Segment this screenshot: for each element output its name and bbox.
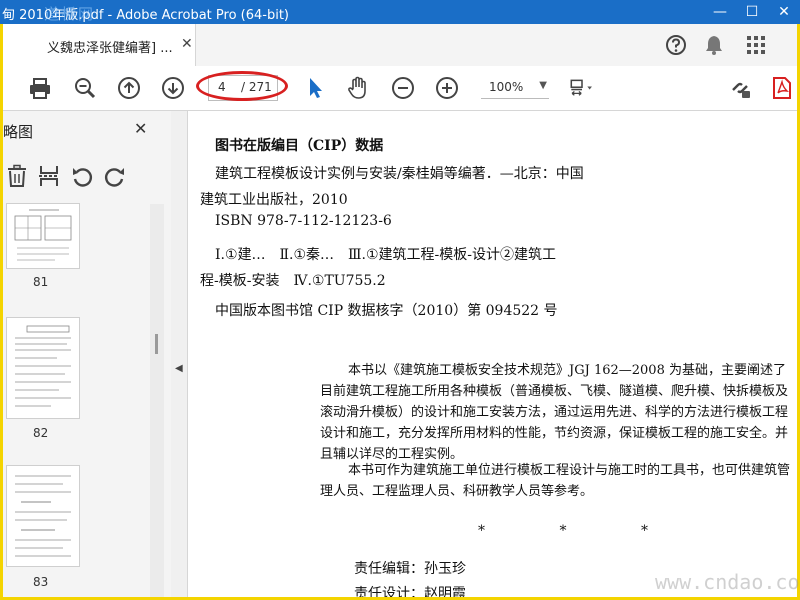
cip-line: Ⅰ.①建… Ⅱ.①秦… Ⅲ.①建筑工程-模板-设计②建筑工 bbox=[215, 247, 557, 263]
window-close-button[interactable]: ✕ bbox=[768, 0, 800, 24]
separator-star: * bbox=[641, 523, 648, 539]
print-icon[interactable] bbox=[27, 75, 53, 101]
sidebar-scrollbar-thumb[interactable] bbox=[155, 334, 158, 354]
previous-page-icon[interactable] bbox=[116, 75, 142, 101]
site-watermark: www.cndao.com bbox=[655, 570, 800, 594]
page-thumbnail-82[interactable] bbox=[6, 317, 80, 419]
sidebar-title: 略图 bbox=[3, 123, 34, 141]
sidebar-collapse-strip[interactable]: ◀ bbox=[171, 111, 188, 597]
book-audience-paragraph: 本书可作为建筑施工单位进行模板工程设计与施工时的工具书，也可供建筑管理人员、工程… bbox=[320, 463, 791, 499]
thumbnail-page-number-83: 83 bbox=[33, 575, 49, 589]
top-watermark: 道桥网 bbox=[44, 5, 96, 23]
help-icon[interactable] bbox=[663, 32, 689, 58]
minimize-button[interactable]: — bbox=[704, 0, 736, 24]
delete-page-icon[interactable] bbox=[5, 164, 29, 188]
separator-star: * bbox=[478, 523, 485, 539]
rotate-left-icon[interactable] bbox=[70, 164, 94, 188]
page-thumbnail-81[interactable] bbox=[6, 203, 80, 269]
app-grid-icon[interactable] bbox=[743, 32, 769, 58]
document-tab-label: 义魏忠泽张健编著] ... bbox=[47, 41, 173, 56]
editor-credit: 责任编辑：孙玉珍 bbox=[354, 561, 466, 577]
separator-star: * bbox=[559, 523, 567, 539]
thumbnail-sidebar: 略图 ✕ 81 82 83 bbox=[3, 111, 172, 597]
cip-line: 程-模板-安装 Ⅳ.①TU755.2 bbox=[200, 273, 386, 289]
thumbnail-preview-image bbox=[15, 325, 71, 407]
cip-line: 建筑工业出版社，2010 bbox=[200, 192, 348, 208]
extract-page-icon[interactable] bbox=[37, 164, 61, 188]
designer-credit: 责任设计：赵明霞 bbox=[354, 586, 466, 597]
thumbnail-preview-image bbox=[14, 209, 72, 261]
thumbnail-page-number-81: 81 bbox=[33, 275, 49, 289]
cip-line: 中国版本图书馆 CIP 数据核字（2010）第 094522 号 bbox=[215, 303, 558, 319]
sidebar-close-button[interactable]: ✕ bbox=[134, 119, 147, 138]
next-page-icon[interactable] bbox=[160, 75, 186, 101]
rotate-right-icon[interactable] bbox=[103, 164, 127, 188]
cip-line: ISBN 978-7-112-12123-6 bbox=[215, 213, 392, 229]
sidebar-scrollbar[interactable] bbox=[150, 204, 164, 597]
maximize-button[interactable]: ☐ bbox=[736, 0, 768, 24]
page-fit-icon[interactable] bbox=[569, 75, 595, 101]
zoom-level-value: 100% bbox=[489, 80, 524, 94]
select-cursor-icon[interactable] bbox=[302, 75, 328, 101]
main-toolbar: 4 / 271 100% ▼ bbox=[3, 66, 797, 111]
collapse-arrow-icon: ◀ bbox=[175, 363, 183, 374]
zoom-level-dropdown[interactable]: 100% ▼ bbox=[481, 78, 549, 99]
document-page: 图书在版编目（CIP）数据 建筑工程模板设计实例与安装/秦桂娟等编著．—北京：中… bbox=[188, 111, 797, 597]
hand-tool-icon[interactable] bbox=[345, 75, 371, 101]
cip-line: 建筑工程模板设计实例与安装/秦桂娟等编著．—北京：中国 bbox=[215, 166, 584, 182]
thumbnail-preview-image bbox=[15, 475, 71, 557]
export-pdf-icon[interactable] bbox=[769, 75, 795, 101]
zoom-search-icon[interactable] bbox=[72, 75, 98, 101]
tab-bar: 义魏忠泽张健编著] ... ✕ bbox=[3, 24, 797, 67]
section-separator: * * * bbox=[478, 523, 648, 539]
cip-heading: 图书在版编目（CIP）数据 bbox=[215, 138, 384, 154]
page-thumbnail-83[interactable] bbox=[6, 465, 80, 567]
zoom-out-icon[interactable] bbox=[390, 75, 416, 101]
zoom-in-icon[interactable] bbox=[434, 75, 460, 101]
thumbnail-page-number-82: 82 bbox=[33, 426, 49, 440]
chevron-down-icon: ▼ bbox=[539, 80, 547, 91]
title-bar: 甸 2010年版.pdf - Adobe Acrobat Pro (64-bit… bbox=[0, 0, 800, 24]
notification-bell-icon[interactable] bbox=[701, 32, 727, 58]
tab-close-button[interactable]: ✕ bbox=[181, 36, 193, 52]
document-tab[interactable]: 义魏忠泽张健编著] ... ✕ bbox=[3, 24, 196, 66]
share-link-icon[interactable] bbox=[727, 75, 753, 101]
highlight-annotation bbox=[196, 71, 288, 101]
book-description-paragraph: 本书以《建筑施工模板安全技术规范》JGJ 162—2008 为基础，主要阐述了目… bbox=[320, 363, 789, 462]
